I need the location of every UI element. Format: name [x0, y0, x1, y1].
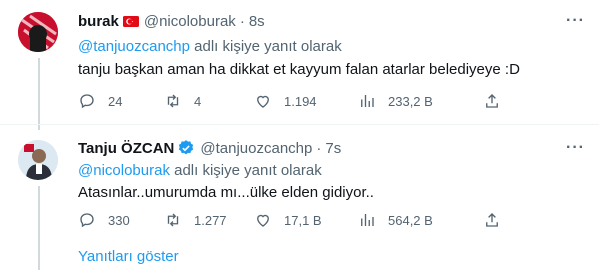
- flag-turkey-icon: [122, 16, 139, 27]
- tweet2-separator: ·: [316, 139, 322, 157]
- more-icon[interactable]: ···: [566, 12, 585, 30]
- reply-icon: [80, 94, 94, 109]
- tweet1-view-count: 233,2 B: [388, 93, 433, 109]
- avatar-burak[interactable]: [18, 12, 58, 52]
- show-replies-link[interactable]: Yanıtları göster: [78, 248, 179, 265]
- more-icon[interactable]: ···: [566, 139, 585, 157]
- tweet2-header: Tanju ÖZCAN @tanjuozcanchp · 7s: [78, 139, 341, 157]
- tweet1-reply-suffix: adlı kişiye yanıt olarak: [189, 38, 342, 55]
- retweet-icon: [167, 94, 179, 108]
- thread-line-bottom: [38, 186, 40, 270]
- tweet2-name[interactable]: Tanju ÖZCAN: [78, 140, 174, 157]
- tweet1-retweet-count: 4: [194, 93, 202, 109]
- like-button[interactable]: 1.194: [254, 92, 358, 110]
- tweet1-like-count: 1.194: [284, 93, 317, 109]
- tweet1-reply-count: 24: [108, 93, 123, 109]
- views-button[interactable]: 564,2 B: [358, 211, 483, 229]
- views-icon: [361, 95, 374, 107]
- tweet2-time[interactable]: 7s: [325, 140, 341, 157]
- tweet1-text: tanju başkan aman ha dikkat et kayyum fa…: [78, 61, 520, 78]
- tweet2-handle[interactable]: @tanjuozcanchp: [200, 140, 312, 157]
- divider: [0, 124, 599, 125]
- share-icon: [486, 213, 498, 227]
- tweet1-header: burak @nicoloburak · 8s: [78, 13, 265, 30]
- tweet1-separator: ·: [239, 13, 245, 30]
- reply-icon: [80, 213, 94, 228]
- tweet2-reply-context: @nicoloburak adlı kişiye yanıt olarak: [78, 162, 322, 179]
- share-button[interactable]: [483, 92, 501, 110]
- tweet1-name[interactable]: burak: [78, 13, 119, 30]
- share-icon: [486, 94, 498, 108]
- retweet-button[interactable]: 4: [164, 92, 254, 110]
- tweet1-handle[interactable]: @nicoloburak: [144, 13, 236, 30]
- share-button[interactable]: [483, 211, 501, 229]
- tweet2-reply-suffix: adlı kişiye yanıt olarak: [169, 162, 322, 179]
- tweet2-actions: 330 1.277 17,1 B 564,2 B: [78, 211, 501, 229]
- tweet1-reply-context: @tanjuozcanchp adlı kişiye yanıt olarak: [78, 38, 342, 55]
- tweet1-actions: 24 4 1.194 233,2 B: [78, 92, 501, 110]
- tweet2-retweet-count: 1.277: [194, 212, 227, 228]
- tweet2-like-count: 17,1 B: [284, 212, 322, 228]
- views-button[interactable]: 233,2 B: [358, 92, 483, 110]
- reply-button[interactable]: 330: [78, 211, 164, 229]
- like-button[interactable]: 17,1 B: [254, 211, 358, 229]
- verified-badge-icon: [179, 140, 194, 155]
- tweet2-reply-count: 330: [108, 212, 130, 228]
- tweet1-reply-link[interactable]: @tanjuozcanchp: [78, 38, 190, 55]
- thread-line-top: [38, 58, 40, 130]
- like-icon: [257, 95, 269, 108]
- tweet2-text: Atasınlar..umurumda mı...ülke elden gidi…: [78, 184, 374, 201]
- views-icon: [361, 214, 374, 226]
- like-icon: [257, 214, 269, 227]
- tweet2-reply-link[interactable]: @nicoloburak: [78, 162, 170, 179]
- retweet-button[interactable]: 1.277: [164, 211, 254, 229]
- avatar-tanju[interactable]: [18, 140, 58, 180]
- retweet-icon: [167, 213, 179, 227]
- tweet1-time[interactable]: 8s: [249, 13, 265, 30]
- tweet2-view-count: 564,2 B: [388, 212, 433, 228]
- reply-button[interactable]: 24: [78, 92, 164, 110]
